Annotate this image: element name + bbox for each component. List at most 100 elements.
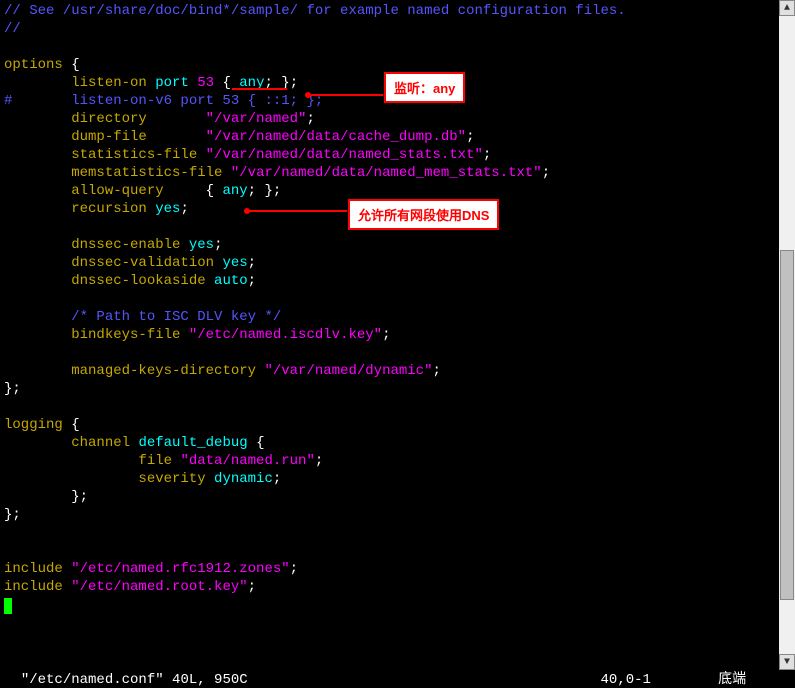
code-token: { bbox=[206, 183, 223, 199]
code-token: // See /usr/share/doc/bind*/sample/ for … bbox=[4, 3, 626, 19]
code-line bbox=[4, 398, 791, 416]
code-token bbox=[4, 273, 71, 289]
annotation-box-1: 监听：any bbox=[384, 72, 465, 103]
code-token bbox=[4, 453, 138, 469]
scrollbar-arrow-down-icon[interactable]: ▼ bbox=[779, 654, 795, 670]
code-token: ; bbox=[214, 237, 222, 253]
status-filename: "/etc/named.conf" bbox=[21, 672, 164, 688]
code-token: recursion bbox=[71, 201, 155, 217]
code-token bbox=[4, 147, 71, 163]
code-token: include bbox=[4, 561, 71, 577]
code-token: include bbox=[4, 579, 71, 595]
code-line: logging { bbox=[4, 416, 791, 434]
code-token: ; bbox=[306, 111, 314, 127]
code-token: yes bbox=[189, 237, 214, 253]
code-line: include "/etc/named.rfc1912.zones"; bbox=[4, 560, 791, 578]
code-token: ; bbox=[248, 273, 256, 289]
code-token: // bbox=[4, 21, 21, 37]
status-spacer bbox=[248, 672, 601, 688]
code-token: options bbox=[4, 57, 71, 73]
code-token bbox=[4, 471, 138, 487]
code-line: dnssec-lookaside auto; bbox=[4, 272, 791, 290]
code-token: "/var/named/data/named_stats.txt" bbox=[206, 147, 483, 163]
code-token: directory bbox=[71, 111, 205, 127]
code-line: // See /usr/share/doc/bind*/sample/ for … bbox=[4, 2, 791, 20]
code-token: "/var/named/dynamic" bbox=[264, 363, 432, 379]
code-token: "/etc/named.root.key" bbox=[71, 579, 247, 595]
status-label: 底端 bbox=[718, 672, 746, 688]
code-token: ; bbox=[273, 471, 281, 487]
code-token: channel bbox=[71, 435, 138, 451]
code-line: channel default_debug { bbox=[4, 434, 791, 452]
code-token: "/etc/named.iscdlv.key" bbox=[189, 327, 382, 343]
cursor-line bbox=[4, 596, 791, 614]
code-line bbox=[4, 542, 791, 560]
code-token: ; bbox=[466, 129, 474, 145]
code-token: 53 bbox=[197, 75, 222, 91]
code-token bbox=[4, 183, 71, 199]
code-token: "data/named.run" bbox=[180, 453, 314, 469]
code-line: bindkeys-file "/etc/named.iscdlv.key"; bbox=[4, 326, 791, 344]
code-token: }; bbox=[4, 507, 21, 523]
code-token: any bbox=[222, 183, 247, 199]
vertical-scrollbar[interactable]: ▲ ▼ bbox=[779, 0, 795, 670]
code-token: # listen-on-v6 port 53 { ::1; }; bbox=[4, 93, 323, 109]
code-token: "/var/named/data/named_mem_stats.txt" bbox=[231, 165, 542, 181]
code-token: { bbox=[71, 57, 79, 73]
code-line: }; bbox=[4, 380, 791, 398]
vim-status-bar: "/etc/named.conf" 40L, 950C 40,0-1 底端 bbox=[0, 652, 779, 670]
code-token: ; bbox=[180, 201, 188, 217]
code-token: default_debug bbox=[138, 435, 256, 451]
code-token: bindkeys-file bbox=[71, 327, 189, 343]
code-line: /* Path to ISC DLV key */ bbox=[4, 308, 791, 326]
code-token: }; bbox=[4, 381, 21, 397]
code-token: port bbox=[155, 75, 197, 91]
code-token bbox=[4, 363, 71, 379]
code-token: managed-keys-directory bbox=[71, 363, 264, 379]
scrollbar-thumb[interactable] bbox=[780, 250, 794, 600]
scrollbar-arrow-up-icon[interactable]: ▲ bbox=[779, 0, 795, 16]
code-token: ; bbox=[248, 579, 256, 595]
code-token bbox=[4, 237, 71, 253]
code-token: ; bbox=[248, 255, 256, 271]
status-filestats: 40L, 950C bbox=[172, 672, 248, 688]
code-token: "/etc/named.rfc1912.zones" bbox=[71, 561, 289, 577]
cursor bbox=[4, 598, 12, 614]
status-position: 40,0-1 bbox=[601, 672, 651, 688]
code-token bbox=[4, 111, 71, 127]
code-line: statistics-file "/var/named/data/named_s… bbox=[4, 146, 791, 164]
code-line: dump-file "/var/named/data/cache_dump.db… bbox=[4, 128, 791, 146]
annotation-underline-1 bbox=[232, 72, 287, 90]
code-line: }; bbox=[4, 488, 791, 506]
annotation-line-1 bbox=[308, 94, 383, 96]
code-line: managed-keys-directory "/var/named/dynam… bbox=[4, 362, 791, 380]
code-token: severity bbox=[138, 471, 214, 487]
code-token: statistics-file bbox=[71, 147, 205, 163]
code-token bbox=[4, 327, 71, 343]
code-token: dynamic bbox=[214, 471, 273, 487]
code-token: { bbox=[71, 417, 79, 433]
code-line: directory "/var/named"; bbox=[4, 110, 791, 128]
annotation-line-2 bbox=[247, 210, 347, 212]
code-token: }; bbox=[4, 489, 88, 505]
code-token: listen-on bbox=[71, 75, 155, 91]
code-token bbox=[4, 75, 71, 91]
code-token: dnssec-validation bbox=[71, 255, 222, 271]
code-token: yes bbox=[222, 255, 247, 271]
code-line bbox=[4, 38, 791, 56]
code-token: { bbox=[256, 435, 264, 451]
code-token: allow-query bbox=[71, 183, 205, 199]
code-line: include "/etc/named.root.key"; bbox=[4, 578, 791, 596]
code-token: ; bbox=[315, 453, 323, 469]
code-line: // bbox=[4, 20, 791, 38]
code-line bbox=[4, 344, 791, 362]
code-token: ; bbox=[432, 363, 440, 379]
code-token: logging bbox=[4, 417, 71, 433]
code-line bbox=[4, 524, 791, 542]
code-token: "/var/named" bbox=[206, 111, 307, 127]
code-token bbox=[4, 165, 71, 181]
code-line: file "data/named.run"; bbox=[4, 452, 791, 470]
code-token: ; bbox=[542, 165, 550, 181]
code-line: }; bbox=[4, 506, 791, 524]
code-line: allow-query { any; }; bbox=[4, 182, 791, 200]
